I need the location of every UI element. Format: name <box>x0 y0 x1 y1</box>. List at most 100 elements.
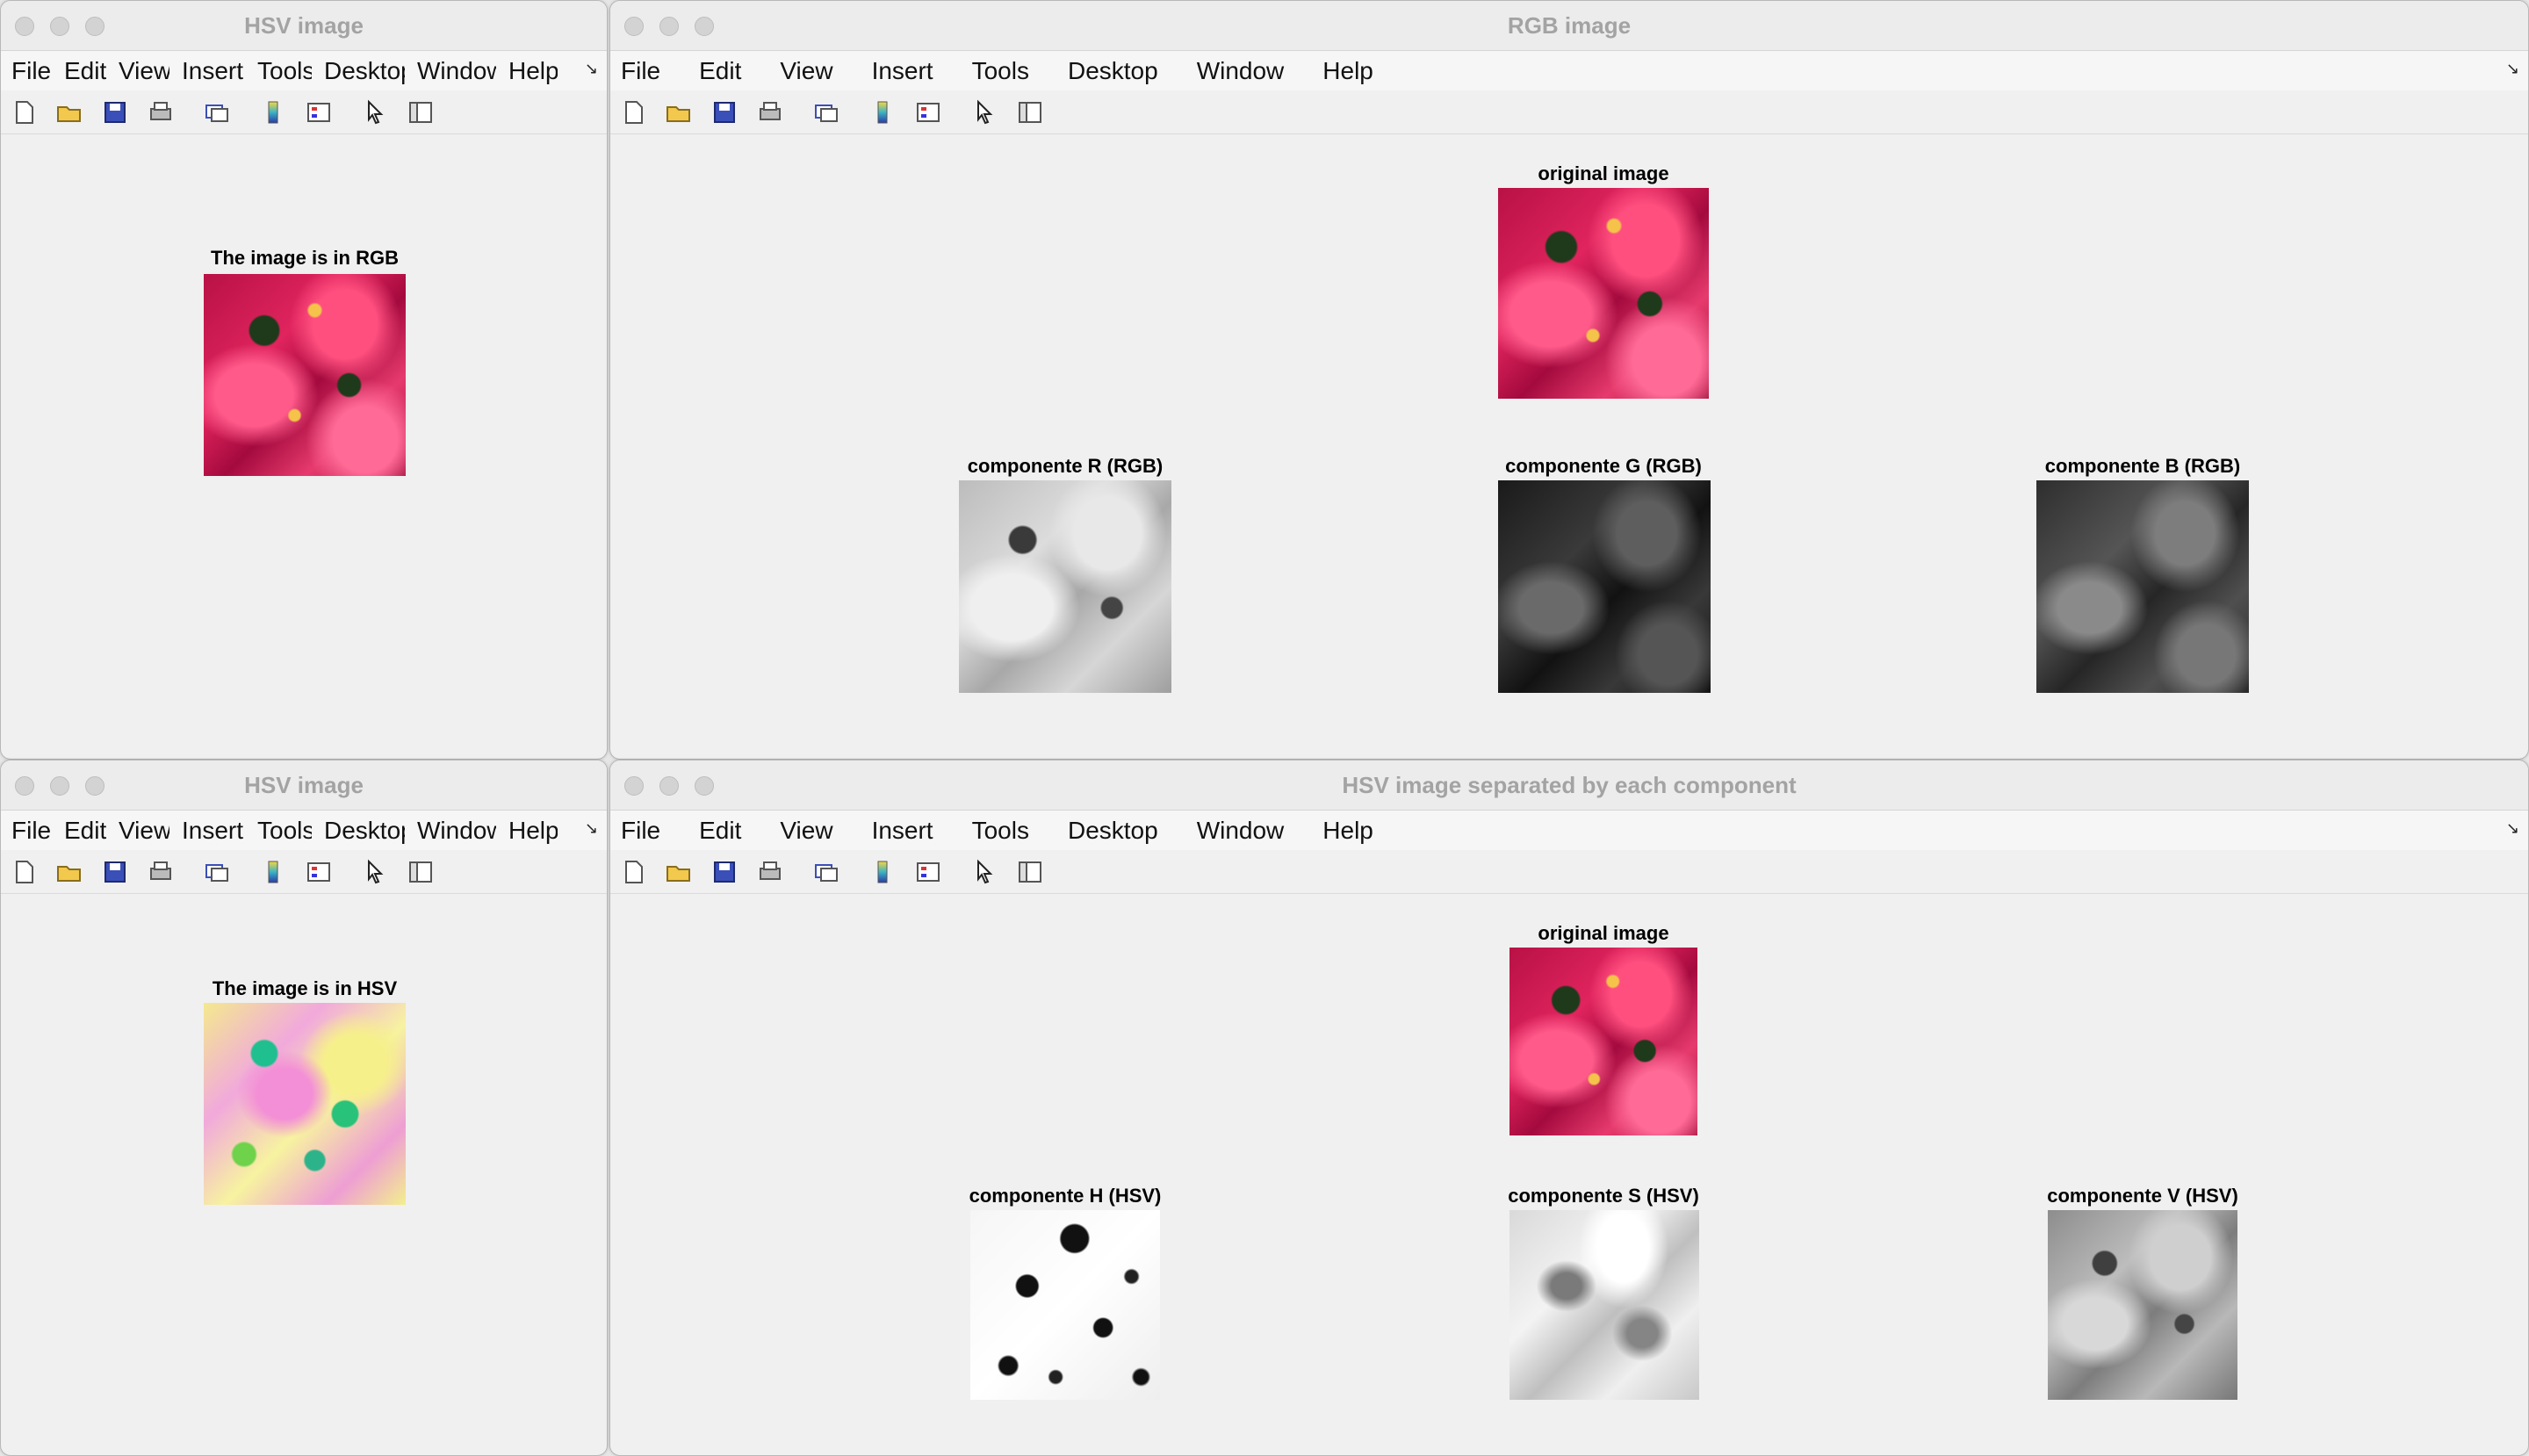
print-icon[interactable] <box>756 858 784 886</box>
save-icon[interactable] <box>710 98 739 126</box>
menu-bar: File Edit View Insert Tools Desktop Wind… <box>1 51 607 90</box>
new-figure-icon[interactable] <box>10 858 38 886</box>
menu-file[interactable]: File <box>11 817 52 845</box>
menu-help[interactable]: Help <box>508 57 558 85</box>
original-image-axes[interactable] <box>1509 948 1697 1135</box>
title-bar[interactable]: HSV image <box>1 1 607 51</box>
open-file-icon[interactable] <box>665 98 693 126</box>
menu-desktop[interactable]: Desktop <box>1068 817 1158 845</box>
component-g-axes[interactable] <box>1498 480 1711 693</box>
menu-desktop[interactable]: Desktop <box>324 57 405 85</box>
menu-overflow-icon[interactable]: ↘ <box>585 819 598 838</box>
link-plot-icon[interactable] <box>203 858 231 886</box>
menu-help[interactable]: Help <box>508 817 558 845</box>
save-icon[interactable] <box>710 858 739 886</box>
property-inspector-icon[interactable] <box>407 858 435 886</box>
original-image-title: original image <box>1538 162 1669 184</box>
component-r-axes[interactable] <box>959 480 1171 693</box>
menu-insert[interactable]: Insert <box>182 817 245 845</box>
title-bar[interactable]: HSV image separated by each component <box>610 760 2528 811</box>
open-file-icon[interactable] <box>55 858 83 886</box>
menu-view[interactable]: View <box>780 57 832 85</box>
edit-plot-arrow-icon[interactable] <box>970 858 998 886</box>
save-icon[interactable] <box>101 858 129 886</box>
figure-toolbar <box>1 850 607 894</box>
menu-desktop[interactable]: Desktop <box>1068 57 1158 85</box>
hsv-image-axes[interactable] <box>204 1003 406 1205</box>
component-g-title: componente G (RGB) <box>1505 455 1702 477</box>
figure-window-hsv-components: HSV image separated by each component Fi… <box>609 760 2529 1456</box>
original-image-title: original image <box>1538 922 1669 944</box>
property-inspector-icon[interactable] <box>407 98 435 126</box>
menu-insert[interactable]: Insert <box>182 57 245 85</box>
rgb-image-axes[interactable] <box>204 274 406 476</box>
figure-toolbar <box>610 850 2528 894</box>
menu-tools[interactable]: Tools <box>257 817 312 845</box>
property-inspector-icon[interactable] <box>1016 98 1044 126</box>
original-image-axes[interactable] <box>1498 188 1709 399</box>
edit-plot-arrow-icon[interactable] <box>970 98 998 126</box>
menu-view[interactable]: View <box>780 817 832 845</box>
menu-bar: File Edit View Insert Tools Desktop Wind… <box>610 811 2528 850</box>
menu-desktop[interactable]: Desktop <box>324 817 405 845</box>
menu-view[interactable]: View <box>119 817 169 845</box>
colorbar-icon[interactable] <box>868 98 897 126</box>
save-icon[interactable] <box>101 98 129 126</box>
menu-tools[interactable]: Tools <box>972 817 1029 845</box>
menu-file[interactable]: File <box>621 57 660 85</box>
menu-overflow-icon[interactable]: ↘ <box>2506 819 2519 838</box>
colorbar-icon[interactable] <box>259 858 287 886</box>
legend-icon[interactable] <box>914 858 942 886</box>
link-plot-icon[interactable] <box>203 98 231 126</box>
menu-insert[interactable]: Insert <box>872 817 933 845</box>
component-v-axes[interactable] <box>2048 1210 2237 1400</box>
menu-edit[interactable]: Edit <box>699 57 741 85</box>
component-b-title: componente B (RGB) <box>2044 455 2241 477</box>
menu-overflow-icon[interactable]: ↘ <box>2506 60 2519 78</box>
open-file-icon[interactable] <box>665 858 693 886</box>
component-h-axes[interactable] <box>970 1210 1160 1400</box>
menu-edit[interactable]: Edit <box>699 817 741 845</box>
menu-help[interactable]: Help <box>1322 817 1373 845</box>
menu-file[interactable]: File <box>11 57 52 85</box>
menu-window[interactable]: Window <box>1197 57 1285 85</box>
menu-tools[interactable]: Tools <box>257 57 312 85</box>
legend-icon[interactable] <box>914 98 942 126</box>
menu-file[interactable]: File <box>621 817 660 845</box>
legend-icon[interactable] <box>305 858 333 886</box>
component-b-axes[interactable] <box>2036 480 2249 693</box>
property-inspector-icon[interactable] <box>1016 858 1044 886</box>
menu-view[interactable]: View <box>119 57 169 85</box>
colorbar-icon[interactable] <box>259 98 287 126</box>
print-icon[interactable] <box>147 858 175 886</box>
link-plot-icon[interactable] <box>812 98 840 126</box>
window-title: HSV image <box>244 772 364 798</box>
legend-icon[interactable] <box>305 98 333 126</box>
colorbar-icon[interactable] <box>868 858 897 886</box>
menu-window[interactable]: Window <box>417 817 496 845</box>
menu-edit[interactable]: Edit <box>64 817 106 845</box>
open-file-icon[interactable] <box>55 98 83 126</box>
menu-edit[interactable]: Edit <box>64 57 106 85</box>
axes-title: The image is in RGB <box>211 247 399 269</box>
new-figure-icon[interactable] <box>619 98 647 126</box>
new-figure-icon[interactable] <box>10 98 38 126</box>
menu-window[interactable]: Window <box>417 57 496 85</box>
component-s-title: componente S (HSV) <box>1508 1185 1699 1207</box>
print-icon[interactable] <box>147 98 175 126</box>
print-icon[interactable] <box>756 98 784 126</box>
link-plot-icon[interactable] <box>812 858 840 886</box>
menu-tools[interactable]: Tools <box>972 57 1029 85</box>
figure-window-hsv-rgb: HSV image File Edit View Insert Tools De… <box>0 0 608 760</box>
title-bar[interactable]: HSV image <box>1 760 607 811</box>
menu-help[interactable]: Help <box>1322 57 1373 85</box>
title-bar[interactable]: RGB image <box>610 1 2528 51</box>
component-s-axes[interactable] <box>1509 1210 1699 1400</box>
menu-insert[interactable]: Insert <box>872 57 933 85</box>
new-figure-icon[interactable] <box>619 858 647 886</box>
menu-window[interactable]: Window <box>1197 817 1285 845</box>
menu-overflow-icon[interactable]: ↘ <box>585 60 598 78</box>
window-title: RGB image <box>1507 12 1632 39</box>
edit-plot-arrow-icon[interactable] <box>361 858 389 886</box>
edit-plot-arrow-icon[interactable] <box>361 98 389 126</box>
